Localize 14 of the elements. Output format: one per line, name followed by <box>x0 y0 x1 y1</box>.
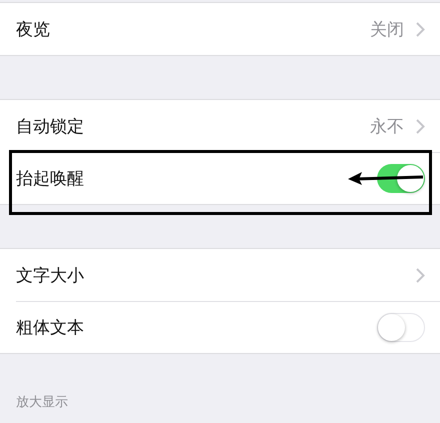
chevron-icon <box>416 268 425 282</box>
row-value: 关闭 <box>370 18 404 40</box>
toggle-switch[interactable] <box>377 312 425 342</box>
chevron-icon <box>416 118 425 134</box>
chevron-icon <box>416 22 425 36</box>
row-label: 自动锁定 <box>16 116 85 138</box>
row-label: 夜览 <box>16 18 51 40</box>
section-header: 放大显示 <box>15 394 69 411</box>
arrow-icon <box>348 171 424 185</box>
row-label: 粗体文本 <box>16 316 85 338</box>
row-value: 永不 <box>370 116 404 138</box>
row-label: 文字大小 <box>16 264 85 286</box>
toggle-switch[interactable] <box>377 164 425 192</box>
row-label: 抬起唤醒 <box>16 168 85 190</box>
